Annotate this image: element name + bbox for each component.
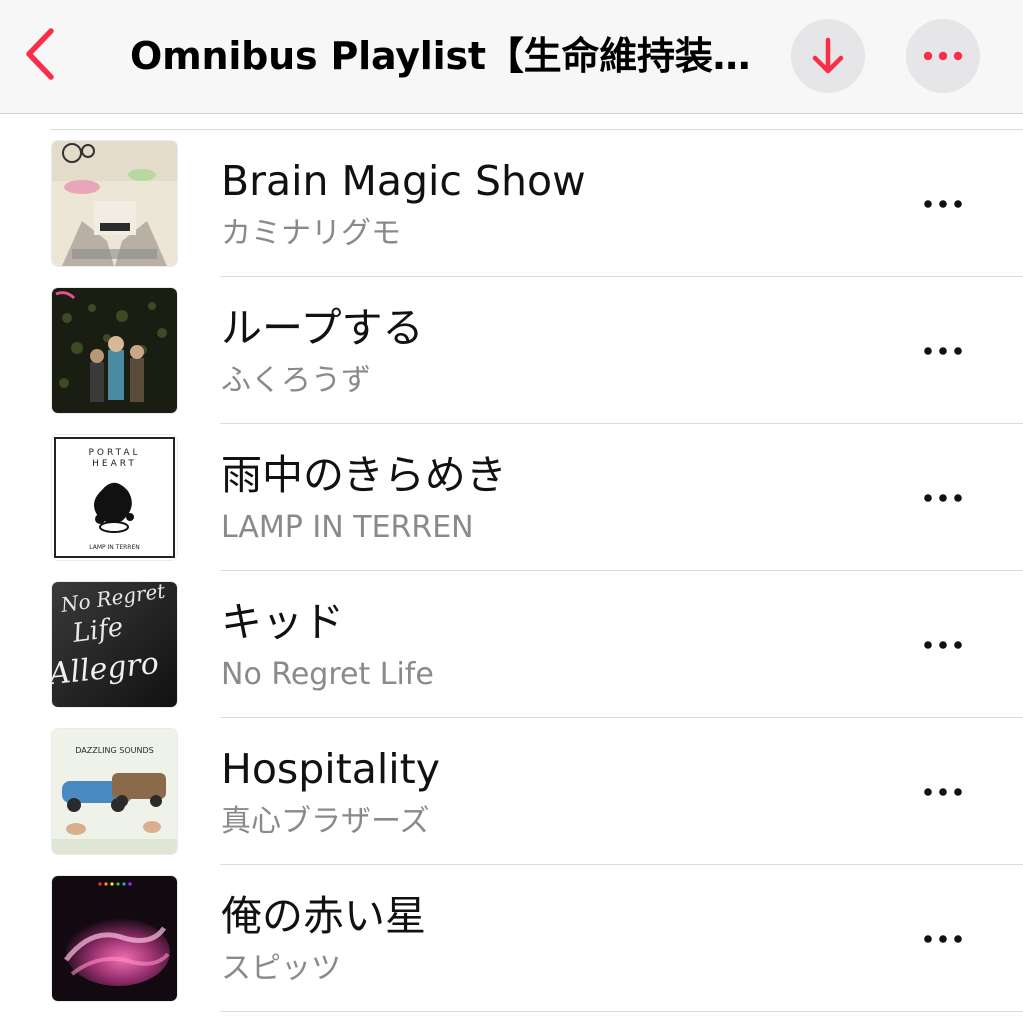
track-more-button[interactable] [912,182,974,226]
ellipsis-icon [924,641,962,649]
album-art [52,876,177,1001]
download-button[interactable] [791,19,865,93]
track-title: キッド [221,598,344,646]
track-row[interactable]: DAZZLING SOUNDS Hospitality 真心ブラザーズ [0,718,1023,865]
artwork-text: LAMP IN TERREN [89,544,140,551]
track-artist: ふくろうず [221,363,371,398]
back-button[interactable] [16,22,64,86]
track-more-button[interactable] [912,770,974,814]
ellipsis-icon [924,788,962,796]
track-more-button[interactable] [912,476,974,520]
ellipsis-icon [924,935,962,943]
track-more-button[interactable] [912,917,974,961]
album-art [52,288,177,413]
album-art: PORTAL HEART LAMP IN TERREN [52,435,177,560]
track-title: Hospitality [221,745,441,793]
chevron-left-icon [26,28,54,80]
track-title: 俺の赤い星 [221,892,426,940]
track-artist: No Regret Life [221,657,434,692]
track-artist: 真心ブラザーズ [221,804,430,839]
ellipsis-icon [924,347,962,355]
track-row[interactable]: PORTAL HEART LAMP IN TERREN 雨中のきらめき LAMP… [0,424,1023,571]
track-title: 雨中のきらめき [221,451,507,499]
track-artist: スピッツ [221,951,341,986]
track-more-button[interactable] [912,329,974,373]
album-art [52,141,177,266]
track-more-button[interactable] [912,623,974,667]
more-options-button[interactable] [906,19,980,93]
track-artist: LAMP IN TERREN [221,510,474,545]
nav-bar: Omnibus Playlist【生命維持装… [0,0,1023,114]
track-title: Brain Magic Show [221,157,586,205]
track-row[interactable]: Brain Magic Show カミナリグモ [0,130,1023,277]
ellipsis-icon [923,51,963,61]
track-row[interactable]: No Regret Life Allegro キッド No Regret Lif… [0,571,1023,718]
ellipsis-icon [924,200,962,208]
track-row[interactable]: ループする ふくろうず [0,277,1023,424]
ellipsis-icon [924,494,962,502]
track-artist: カミナリグモ [221,216,401,251]
arrow-down-icon [812,37,844,74]
artwork-text: DAZZLING SOUNDS [75,746,153,755]
album-art: DAZZLING SOUNDS [52,729,177,854]
album-art: No Regret Life Allegro [52,582,177,707]
page-title: Omnibus Playlist【生命維持装… [130,34,751,78]
artwork-text: PORTAL [88,448,140,458]
track-title: ループする [221,304,424,352]
artwork-text: HEART [92,459,137,469]
track-row[interactable]: 俺の赤い星 スピッツ [0,865,1023,1012]
track-list: Brain Magic Show カミナリグモ ループする ふくろうず PORT… [0,130,1023,1012]
